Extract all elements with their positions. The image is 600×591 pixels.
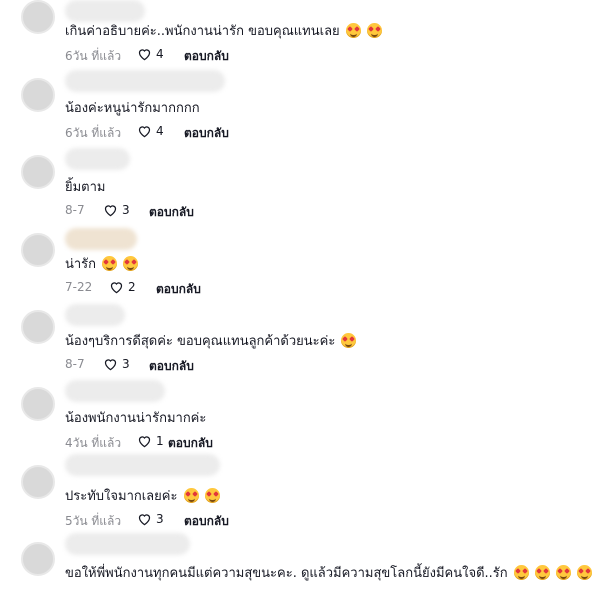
timestamp: 7-22 [65, 280, 93, 294]
smiling-face-with-hearts-icon [183, 488, 199, 503]
like-button[interactable]: 3 [103, 357, 130, 371]
avatar[interactable] [21, 0, 55, 34]
like-count: 4 [156, 47, 164, 61]
reply-button[interactable]: ตอบกลับ [149, 203, 194, 222]
avatar[interactable] [21, 78, 55, 112]
comment-meta: 5วัน ที่แล้ว 3 ตอบกลับ [65, 512, 565, 530]
comment-meta: 8-7 3 ตอบกลับ [65, 203, 565, 221]
smiling-face-with-hearts-icon [102, 256, 118, 271]
smiling-face-with-hearts-icon [513, 565, 529, 580]
comment-text-content: ขอให้พี่พนักงานทุกคนมีแต่ความสุขนะคะ. ดู… [65, 566, 508, 581]
like-button[interactable]: 1 [137, 434, 164, 448]
username-redacted[interactable] [65, 148, 130, 170]
like-count: 3 [156, 512, 164, 526]
comment-text: เกินค่าอธิบายค่ะ..พนักงานน่ารัก ขอบคุณแท… [65, 23, 382, 41]
reply-button[interactable]: ตอบกลับ [184, 124, 229, 143]
smiling-face-with-hearts-icon [341, 333, 357, 348]
comment-meta: 4วัน ที่แล้ว 1 ตอบกลับ [65, 434, 565, 452]
heart-outline-icon [138, 436, 151, 448]
like-count: 3 [122, 203, 130, 217]
comment-meta: 6วัน ที่แล้ว 4 ตอบกลับ [65, 47, 565, 65]
comment-text: ประทับใจมากเลยค่ะ [65, 488, 220, 506]
timestamp: 5วัน ที่แล้ว [65, 514, 122, 528]
smiling-face-with-hearts-icon [204, 488, 220, 503]
heart-outline-icon [104, 359, 117, 371]
username-redacted[interactable] [65, 533, 190, 555]
timestamp: 6วัน ที่แล้ว [65, 49, 122, 63]
comment-text: ยิ้มตาม [65, 179, 106, 197]
like-count: 3 [122, 357, 130, 371]
like-button[interactable]: 3 [137, 512, 164, 526]
username-redacted[interactable] [65, 304, 125, 326]
like-button[interactable]: 2 [109, 280, 136, 294]
username-redacted[interactable] [65, 454, 220, 476]
comment-meta: 8-7 3 ตอบกลับ [65, 357, 565, 375]
username-redacted[interactable] [65, 70, 225, 92]
avatar[interactable] [21, 155, 55, 189]
comment-text-content: น้องพนักงานน่ารักมากค่ะ [65, 411, 207, 426]
timestamp: 6วัน ที่แล้ว [65, 126, 122, 140]
like-button[interactable]: 4 [137, 47, 164, 61]
heart-outline-icon [110, 282, 123, 294]
avatar[interactable] [21, 465, 55, 499]
timestamp: 8-7 [65, 357, 85, 371]
comment-text: น้องค่ะหนูน่ารักมากกกก [65, 100, 200, 118]
timestamp: 8-7 [65, 203, 85, 217]
comment-text-content: ประทับใจมากเลยค่ะ [65, 489, 178, 504]
comment-text: น่ารัก [65, 256, 139, 274]
heart-outline-icon [104, 205, 117, 217]
comment-text-content: เกินค่าอธิบายค่ะ..พนักงานน่ารัก ขอบคุณแท… [65, 24, 340, 39]
reply-button[interactable]: ตอบกลับ [184, 47, 229, 66]
smiling-face-with-hearts-icon [534, 565, 550, 580]
comment-text: ขอให้พี่พนักงานทุกคนมีแต่ความสุขนะคะ. ดู… [65, 565, 593, 583]
reply-button[interactable]: ตอบกลับ [156, 280, 201, 299]
comment-text: น้องพนักงานน่ารักมากค่ะ [65, 410, 206, 428]
avatar[interactable] [21, 542, 55, 576]
avatar[interactable] [21, 233, 55, 267]
username-redacted[interactable] [65, 0, 145, 22]
comment-text-content: น่ารัก [65, 257, 97, 272]
heart-outline-icon [138, 126, 151, 138]
smiling-face-with-hearts-icon [123, 256, 139, 271]
comment-text: น้องๆบริการดีสุดค่ะ ขอบคุณแทนลูกค้าด้วยน… [65, 333, 357, 351]
heart-outline-icon [138, 514, 151, 526]
smiling-face-with-hearts-icon [577, 565, 593, 580]
comment-text-content: น้องๆบริการดีสุดค่ะ ขอบคุณแทนลูกค้าด้วยน… [65, 334, 336, 349]
comment-text-content: ยิ้มตาม [65, 180, 106, 195]
heart-outline-icon [138, 49, 151, 61]
comment-meta: 7-22 2 ตอบกลับ [65, 280, 565, 298]
like-button[interactable]: 4 [137, 124, 164, 138]
like-button[interactable]: 3 [103, 203, 130, 217]
smiling-face-with-hearts-icon [556, 565, 572, 580]
like-count: 4 [156, 124, 164, 138]
username-redacted[interactable] [65, 228, 137, 250]
reply-button[interactable]: ตอบกลับ [184, 512, 229, 531]
comment-text-content: น้องค่ะหนูน่ารักมากกกก [65, 101, 200, 116]
comment-meta: 6วัน ที่แล้ว 4 ตอบกลับ [65, 124, 565, 142]
like-count: 1 [156, 434, 164, 448]
avatar[interactable] [21, 387, 55, 421]
avatar[interactable] [21, 310, 55, 344]
reply-button[interactable]: ตอบกลับ [149, 357, 194, 376]
username-redacted[interactable] [65, 380, 165, 402]
timestamp: 4วัน ที่แล้ว [65, 436, 122, 450]
smiling-face-with-hearts-icon [366, 23, 382, 38]
like-count: 2 [128, 280, 136, 294]
reply-button[interactable]: ตอบกลับ [168, 434, 213, 453]
smiling-face-with-hearts-icon [345, 23, 361, 38]
